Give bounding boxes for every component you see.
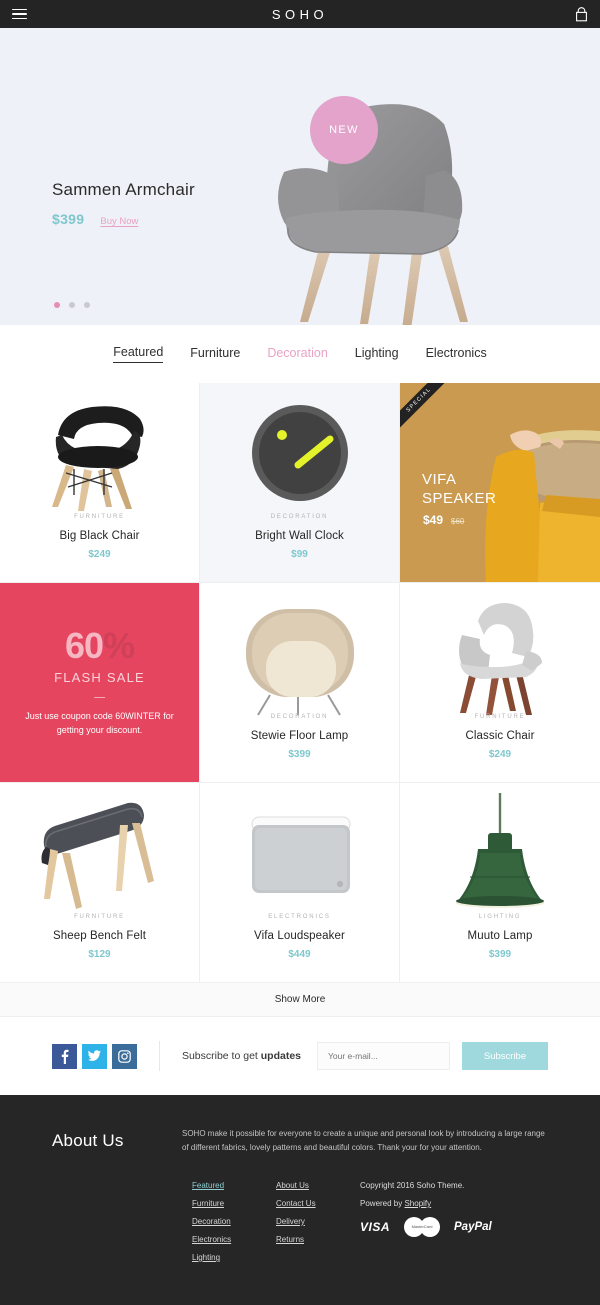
footer-link-decoration[interactable]: Decoration bbox=[192, 1217, 276, 1226]
bright-wall-clock-image bbox=[252, 405, 348, 501]
tab-furniture[interactable]: Furniture bbox=[190, 346, 240, 363]
product-card-stewie-floor-lamp[interactable]: DECORATION Stewie Floor Lamp $399 bbox=[200, 583, 400, 783]
vifa-loudspeaker-image bbox=[251, 816, 351, 893]
hero-product-image bbox=[278, 104, 468, 325]
flash-sale-description: Just use coupon code 60WINTER for gettin… bbox=[25, 710, 174, 735]
hamburger-icon[interactable] bbox=[12, 8, 27, 20]
show-more-button[interactable]: Show More bbox=[0, 983, 600, 1017]
hero-slider: NEW Sammen Armchair $399 Buy Now bbox=[0, 28, 600, 325]
flash-sale-number: 60% bbox=[64, 624, 135, 666]
footer-link-featured[interactable]: Featured bbox=[192, 1181, 276, 1190]
muuto-lamp-image bbox=[456, 793, 544, 908]
site-logo: SOHO bbox=[271, 6, 329, 22]
divider bbox=[94, 696, 105, 698]
tab-featured[interactable]: Featured bbox=[113, 345, 164, 363]
hero-copy: Sammen Armchair $399 Buy Now bbox=[52, 180, 195, 227]
product-name: Stewie Floor Lamp bbox=[250, 730, 349, 742]
top-header-bar: SOHO bbox=[0, 0, 600, 28]
product-card-bright-wall-clock[interactable]: DECORATION Bright Wall Clock $99 bbox=[200, 383, 400, 583]
product-category: FURNITURE bbox=[474, 714, 526, 720]
product-price: $399 bbox=[288, 749, 311, 760]
footer-link-contact-us[interactable]: Contact Us bbox=[276, 1199, 360, 1208]
site-footer: About Us SOHO make it possible for every… bbox=[0, 1095, 600, 1305]
product-category: DECORATION bbox=[270, 714, 329, 720]
product-name: Muuto Lamp bbox=[467, 930, 533, 942]
product-name: Bright Wall Clock bbox=[255, 530, 344, 542]
product-category: FURNITURE bbox=[74, 914, 125, 920]
copyright-text: Copyright 2016 Soho Theme. bbox=[360, 1181, 465, 1190]
classic-chair-image bbox=[459, 603, 542, 715]
hero-price: $399 bbox=[52, 211, 85, 227]
product-card-big-black-chair[interactable]: FURNITURE Big Black Chair $249 bbox=[0, 383, 200, 583]
product-category: LIGHTING bbox=[478, 914, 522, 920]
slider-dots[interactable] bbox=[54, 302, 90, 308]
footer-link-lighting[interactable]: Lighting bbox=[192, 1253, 276, 1262]
promo-title: VIFA SPEAKER bbox=[422, 471, 497, 507]
product-card-sheep-bench-felt[interactable]: FURNITURE Sheep Bench Felt $129 bbox=[0, 783, 200, 983]
paypal-icon: PayPal bbox=[454, 1221, 492, 1233]
subscribe-button[interactable]: Subscribe bbox=[462, 1042, 548, 1070]
shopify-link[interactable]: Shopify bbox=[404, 1199, 431, 1208]
product-name: Sheep Bench Felt bbox=[52, 930, 147, 942]
email-input[interactable] bbox=[317, 1042, 451, 1070]
payment-methods: VISA MasterCard PayPal bbox=[360, 1217, 548, 1237]
promo-price: $49 bbox=[423, 513, 444, 527]
subscribe-bar: Subscribe to get updates Subscribe bbox=[0, 1017, 600, 1095]
footer-link-about-us[interactable]: About Us bbox=[276, 1181, 360, 1190]
footer-link-electronics[interactable]: Electronics bbox=[192, 1235, 276, 1244]
product-category: DECORATION bbox=[270, 514, 329, 520]
flash-sale-card[interactable]: 60% FLASH SALE Just use coupon code 60WI… bbox=[0, 583, 200, 783]
footer-link-delivery[interactable]: Delivery bbox=[276, 1217, 360, 1226]
product-grid: FURNITURE Big Black Chair $249 DECORATIO… bbox=[0, 383, 600, 983]
slider-dot-2[interactable] bbox=[69, 302, 75, 308]
footer-link-returns[interactable]: Returns bbox=[276, 1235, 360, 1244]
product-price: $129 bbox=[88, 949, 111, 960]
stewie-floor-lamp-image bbox=[246, 609, 354, 716]
powered-by-text: Powered by Shopify bbox=[360, 1199, 432, 1208]
shopping-bag-icon[interactable] bbox=[575, 6, 588, 22]
product-card-vifa-loudspeaker[interactable]: ELECTRONICS Vifa Loudspeaker $449 bbox=[200, 783, 400, 983]
mastercard-icon: MasterCard bbox=[404, 1217, 441, 1237]
new-badge: NEW bbox=[310, 96, 378, 164]
footer-link-furniture[interactable]: Furniture bbox=[192, 1199, 276, 1208]
product-category: ELECTRONICS bbox=[268, 914, 331, 920]
divider bbox=[159, 1041, 160, 1071]
product-price: $249 bbox=[88, 549, 111, 560]
product-price: $449 bbox=[288, 949, 311, 960]
visa-icon: VISA bbox=[360, 1220, 391, 1234]
product-name: Classic Chair bbox=[465, 730, 535, 742]
promo-card-vifa-speaker[interactable]: SPECIAL VIFA SPEAKER $49 $60 bbox=[400, 383, 600, 583]
category-tabs: Featured Furniture Decoration Lighting E… bbox=[0, 325, 600, 383]
footer-heading: About Us bbox=[52, 1131, 124, 1150]
product-name: Big Black Chair bbox=[59, 530, 140, 542]
twitter-icon[interactable] bbox=[82, 1043, 107, 1069]
footer-description: SOHO make it possible for everyone to cr… bbox=[182, 1129, 545, 1152]
social-links bbox=[52, 1043, 137, 1069]
product-name: Vifa Loudspeaker bbox=[254, 930, 345, 942]
instagram-icon[interactable] bbox=[112, 1043, 137, 1069]
footer-spacer bbox=[52, 1181, 192, 1271]
product-price: $249 bbox=[488, 749, 512, 760]
footer-nav-categories: Featured Furniture Decoration Electronic… bbox=[192, 1181, 276, 1271]
flash-sale-label: FLASH SALE bbox=[54, 669, 145, 685]
promo-old-price: $60 bbox=[451, 517, 465, 526]
hero-title: Sammen Armchair bbox=[52, 180, 195, 199]
subscribe-label: Subscribe to get updates bbox=[181, 1050, 302, 1062]
sheep-bench-felt-image bbox=[41, 802, 154, 909]
footer-nav-info: About Us Contact Us Delivery Returns bbox=[276, 1181, 360, 1271]
product-price: $99 bbox=[291, 549, 308, 560]
tab-decoration[interactable]: Decoration bbox=[267, 346, 327, 363]
big-black-chair-image bbox=[52, 406, 144, 511]
buy-now-link[interactable]: Buy Now bbox=[100, 216, 138, 227]
product-price: $399 bbox=[488, 949, 512, 960]
slider-dot-3[interactable] bbox=[84, 302, 90, 308]
tab-electronics[interactable]: Electronics bbox=[426, 346, 487, 363]
product-card-classic-chair[interactable]: FURNITURE Classic Chair $249 bbox=[400, 583, 600, 783]
product-card-muuto-lamp[interactable]: LIGHTING Muuto Lamp $399 bbox=[400, 783, 600, 983]
tab-lighting[interactable]: Lighting bbox=[355, 346, 399, 363]
footer-legal: Copyright 2016 Soho Theme. Powered by Sh… bbox=[360, 1181, 548, 1271]
slider-dot-1[interactable] bbox=[54, 302, 60, 308]
product-category: FURNITURE bbox=[74, 514, 125, 520]
facebook-icon[interactable] bbox=[52, 1043, 77, 1069]
